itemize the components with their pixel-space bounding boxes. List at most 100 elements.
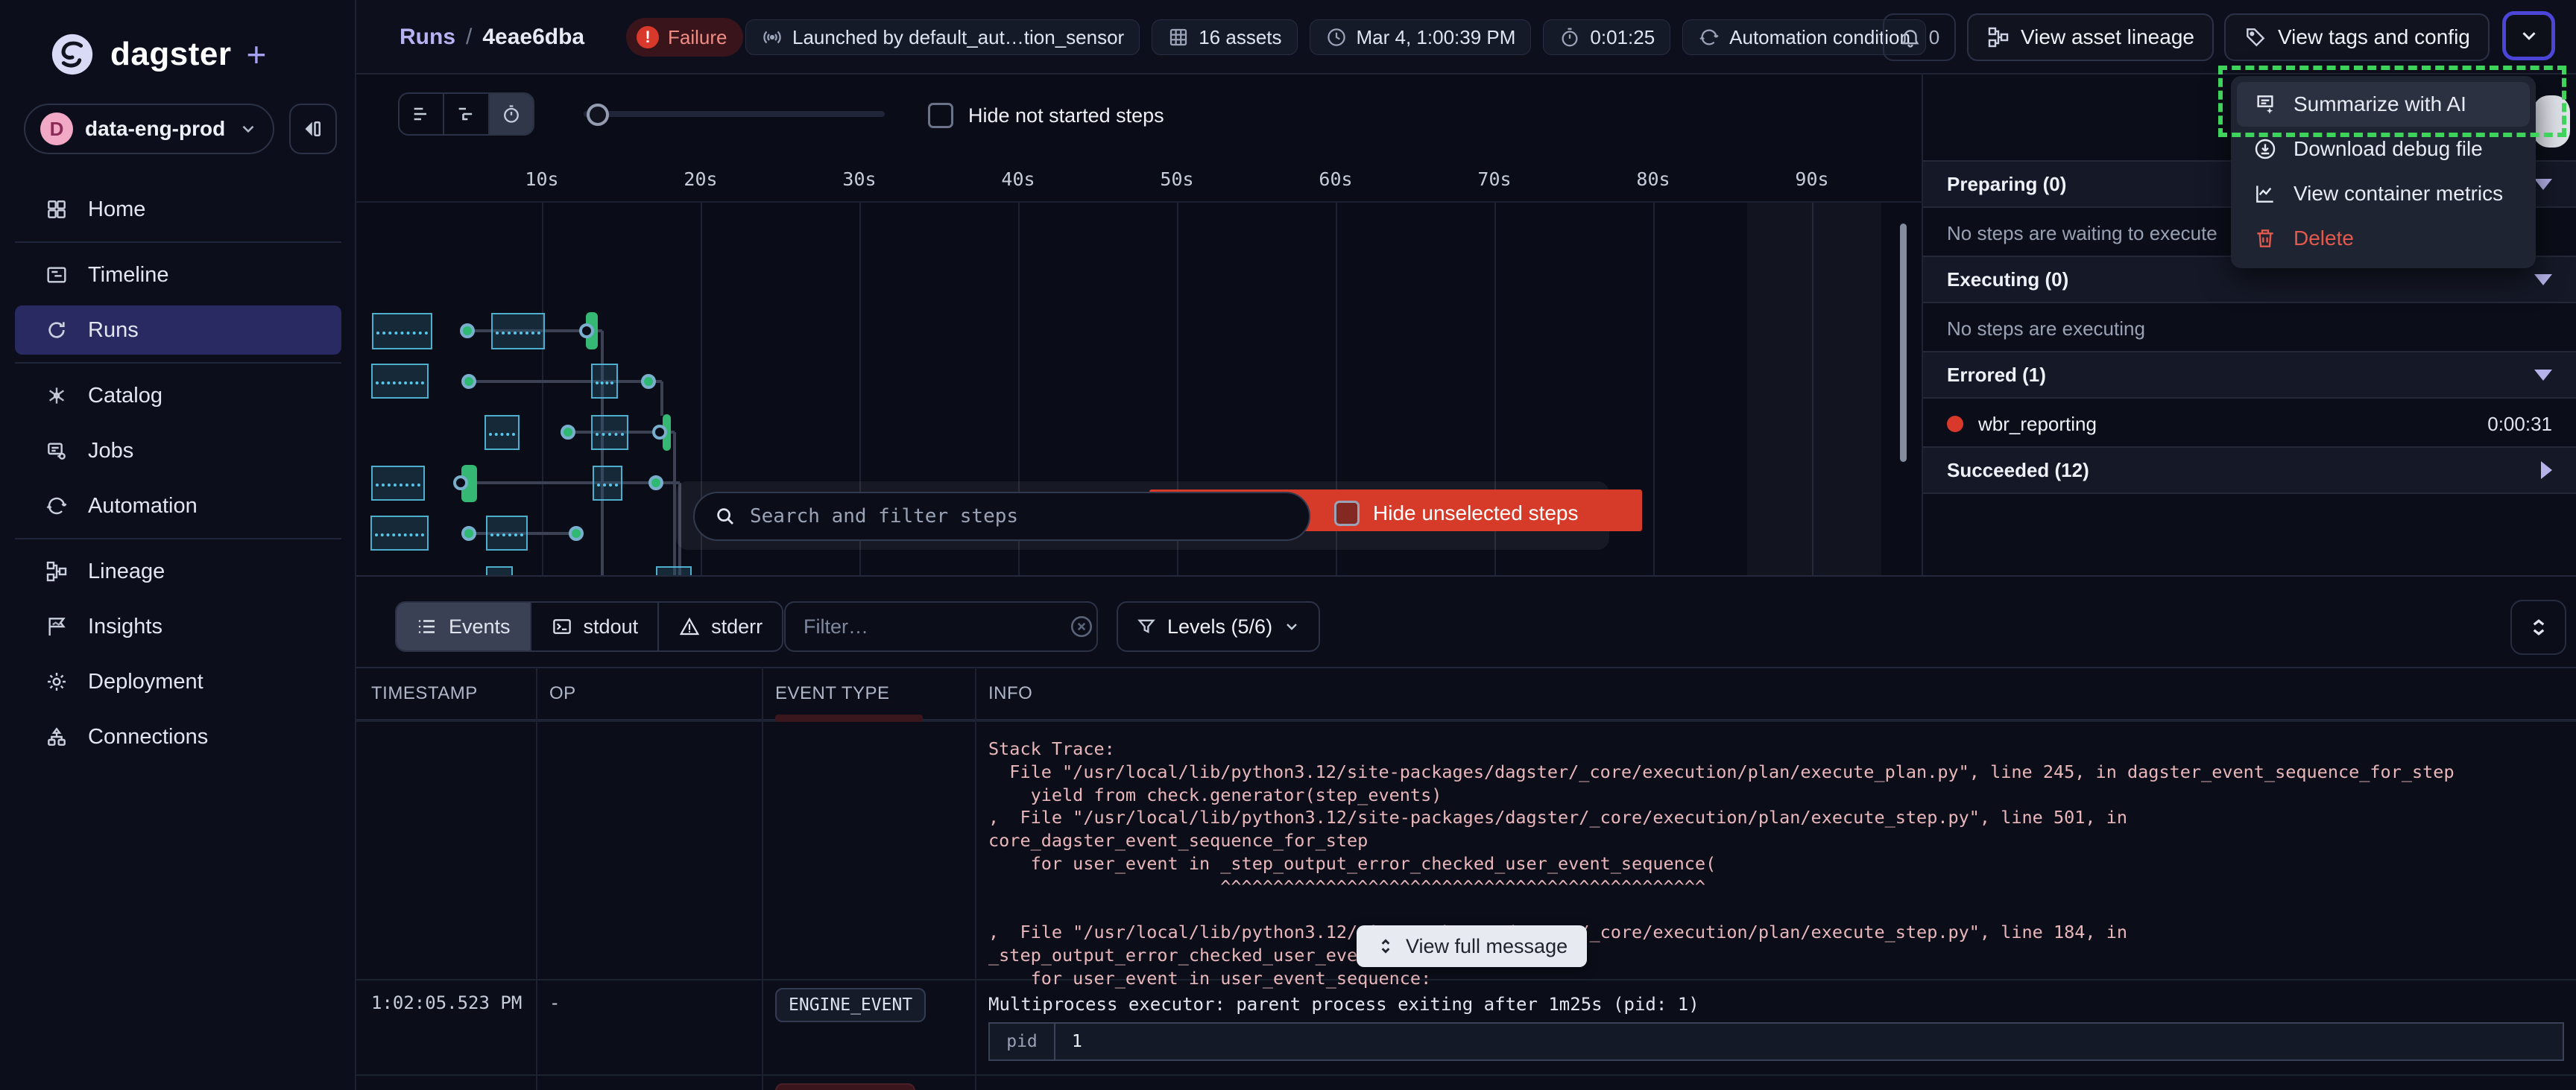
events-panel: Eventsstdout stderr Levels (5/6) TIMESTAM… <box>356 575 2576 1090</box>
planned-bar-dash <box>596 381 613 384</box>
step-search-box[interactable] <box>693 492 1310 541</box>
hide-unselected-checkbox[interactable] <box>1334 501 1360 526</box>
trash-icon <box>2253 226 2277 250</box>
expand-log-panel-button[interactable] <box>2510 600 2566 655</box>
section-header-errored[interactable]: Errored (1) <box>1923 351 2576 399</box>
step-bar-planned[interactable] <box>591 415 628 450</box>
step-bar-planned[interactable] <box>372 313 432 349</box>
run-actions-button[interactable] <box>2502 11 2555 60</box>
notifications-button[interactable]: 0 <box>1883 13 1956 61</box>
step-panel-row: No steps are executing <box>1923 305 2576 352</box>
log-table-header: TIMESTAMPOPEVENT TYPEINFO <box>356 667 2576 720</box>
header-button-asset-lineage[interactable]: View asset lineage <box>1967 13 2214 61</box>
dependency-line <box>461 481 680 484</box>
gantt-zoom-knob[interactable] <box>587 104 609 126</box>
hide-unselected-control: Hide unselected steps <box>1334 501 1579 526</box>
sidebar-item-label: Jobs <box>88 439 133 463</box>
sidebar-item-automation[interactable]: Automation <box>15 481 341 530</box>
breadcrumb-runs-link[interactable]: Runs <box>400 25 455 50</box>
gantt-zoom-slider[interactable] <box>584 111 885 117</box>
waterfall-view-button[interactable] <box>444 94 489 134</box>
view-full-message-button[interactable]: View full message <box>1357 925 1587 967</box>
dagster-logo: dagster + <box>49 30 266 79</box>
sidebar-item-timeline[interactable]: Timeline <box>15 250 341 300</box>
home-icon <box>45 197 69 221</box>
flat-view-button[interactable] <box>400 94 444 134</box>
section-chevron-down-icon <box>2534 370 2552 381</box>
time-tick: 80s <box>1636 168 1670 190</box>
step-search-input[interactable] <box>748 504 1289 528</box>
step-bar-planned[interactable] <box>591 364 618 399</box>
clear-filter-icon[interactable] <box>1069 614 1094 639</box>
log-filter-input[interactable] <box>802 615 1069 639</box>
event-type-badge: RUN_FAILURE <box>775 1083 915 1090</box>
sidebar-item-insights[interactable]: Insights <box>15 602 341 651</box>
deployment-avatar: D <box>40 113 73 145</box>
step-bar-planned[interactable] <box>370 516 429 551</box>
section-header-succeeded[interactable]: Succeeded (12) <box>1923 446 2576 494</box>
dependency-line <box>469 380 662 383</box>
waterfall-icon <box>455 104 476 124</box>
metrics-icon <box>2253 182 2277 206</box>
step-panel-row[interactable]: wbr_reporting0:00:31 <box>1923 400 2576 448</box>
step-bar-planned[interactable] <box>371 466 425 501</box>
hide-not-started-checkbox[interactable] <box>928 103 953 128</box>
step-bar-planned[interactable] <box>486 516 528 551</box>
time-tick: 90s <box>1795 168 1828 190</box>
dependency-dot <box>641 374 656 389</box>
menu-item-delete[interactable]: Delete <box>2237 216 2530 261</box>
time-tick: 30s <box>842 168 876 190</box>
top-bar: Runs / 4eae6dba ! Failure Launched by de… <box>356 0 2576 75</box>
event-type-badge: ENGINE_EVENT <box>775 988 926 1022</box>
sidebar-item-label: Runs <box>88 318 139 343</box>
stack-trace-line: core_dagster_event_sequence_for_step <box>988 829 2561 852</box>
sidebar-nav: Home Timeline Runs Catalog Jobs Automation Lin… <box>0 179 356 767</box>
sidebar-item-lineage[interactable]: Lineage <box>15 547 341 596</box>
collapse-panel-icon <box>302 118 324 140</box>
sidebar-item-home[interactable]: Home <box>15 185 341 234</box>
sidebar-item-catalog[interactable]: Catalog <box>15 371 341 420</box>
run-tag: 16 assets <box>1152 19 1297 55</box>
dagster-logo-icon <box>49 31 95 77</box>
tab-stderr[interactable]: stderr <box>659 603 782 650</box>
planned-bar-dash <box>376 381 424 384</box>
step-bar-planned[interactable] <box>656 566 692 575</box>
deployment-selector[interactable]: D data-eng-prod <box>24 104 274 154</box>
gantt-highlight-band <box>1747 203 1881 575</box>
tab-events[interactable]: Events <box>397 603 531 650</box>
stack-trace-line <box>988 899 2561 922</box>
lineage-icon <box>45 560 69 583</box>
step-bar-planned[interactable] <box>491 313 545 349</box>
flat-list-icon <box>411 104 432 124</box>
collapse-sidebar-button[interactable] <box>289 104 337 154</box>
planned-bar-dash <box>496 332 540 335</box>
section-chevron-down-icon <box>2534 179 2552 190</box>
green-dashed-annotation <box>2218 66 2566 137</box>
dependency-dot <box>460 323 475 338</box>
tab-stdout[interactable]: stdout <box>531 603 660 650</box>
step-duration: 0:00:31 <box>2487 413 2552 436</box>
planned-bar-dash <box>375 533 424 536</box>
levels-filter-button[interactable]: Levels (5/6) <box>1117 601 1320 652</box>
hide-not-started-control: Hide not started steps <box>928 103 1164 128</box>
sidebar-item-label: Insights <box>88 615 162 639</box>
timed-view-button[interactable] <box>490 94 533 134</box>
menu-item-view-container-metrics[interactable]: View container metrics <box>2237 171 2530 216</box>
step-bar-planned[interactable] <box>371 364 429 399</box>
step-bar-planned[interactable] <box>593 466 622 501</box>
notifications-count: 0 <box>1929 26 1939 49</box>
header-button-tags-config[interactable]: View tags and config <box>2224 13 2490 61</box>
tab-label: stderr <box>711 615 763 639</box>
run-tag-label: 16 assets <box>1199 26 1281 49</box>
step-bar-planned[interactable] <box>486 566 513 575</box>
sidebar-item-deployment[interactable]: Deployment <box>15 657 341 706</box>
step-bar-planned[interactable] <box>484 415 520 450</box>
sidebar-item-jobs[interactable]: Jobs <box>15 426 341 475</box>
gantt-scrollbar[interactable] <box>1900 224 1907 462</box>
run-tag: 0:01:25 <box>1543 19 1670 55</box>
sidebar-item-connections[interactable]: Connections <box>15 712 341 761</box>
up-down-chevrons-icon <box>1376 937 1395 956</box>
planned-bar-dash <box>489 433 515 436</box>
sidebar-item-runs[interactable]: Runs <box>15 305 341 355</box>
section-label: Succeeded (12) <box>1947 459 2089 482</box>
